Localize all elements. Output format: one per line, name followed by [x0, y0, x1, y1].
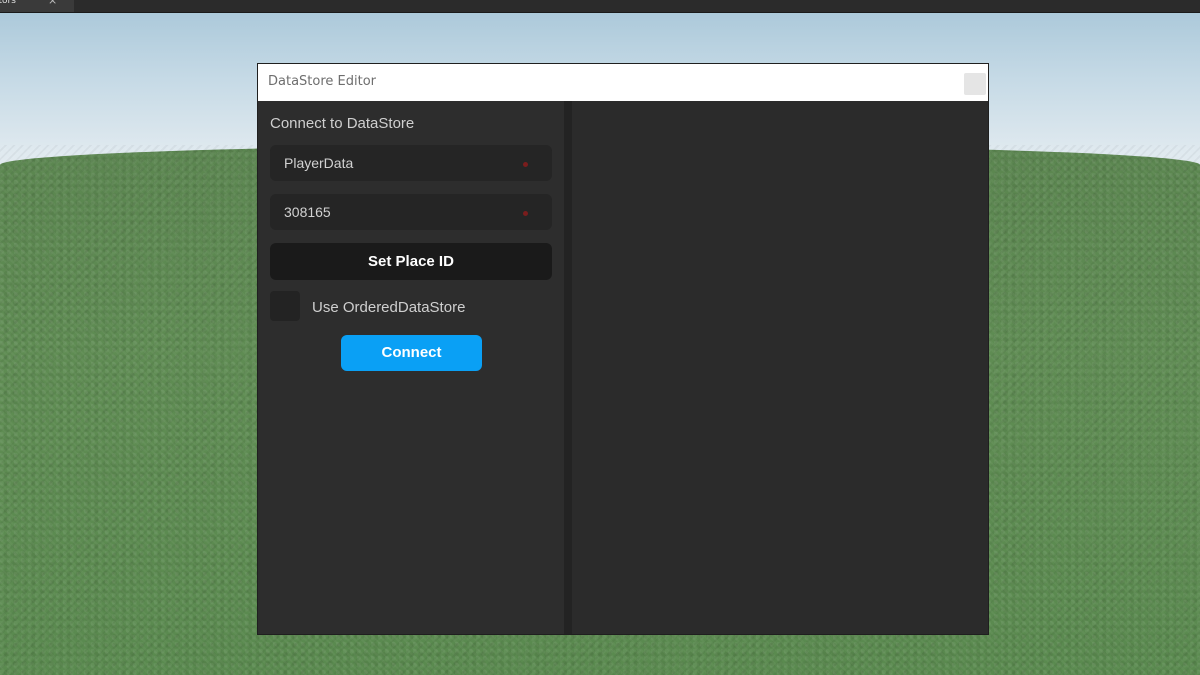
status-dot-icon [523, 211, 528, 216]
window-title: DataStore Editor [268, 74, 377, 89]
datastore-name-value: PlayerData [284, 155, 354, 171]
panel-splitter[interactable] [564, 101, 572, 634]
window-titlebar[interactable]: DataStore Editor [258, 64, 988, 102]
place-id-value: 308165 [284, 204, 331, 220]
tab-label: itors [0, 0, 16, 6]
ordered-datastore-label[interactable]: Use OrderedDataStore [312, 299, 465, 316]
status-dot-icon [523, 162, 528, 167]
connect-panel: Connect to DataStore PlayerData 308165 S… [258, 101, 564, 634]
set-place-id-button[interactable]: Set Place ID [270, 243, 552, 280]
place-id-input[interactable]: 308165 [270, 194, 552, 230]
data-view-panel [572, 101, 988, 634]
close-icon[interactable]: × [48, 0, 57, 6]
connect-button[interactable]: Connect [341, 335, 482, 371]
tab-editors[interactable]: itors × [0, 0, 74, 12]
datastore-editor-window: DataStore Editor Connect to DataStore Pl… [258, 64, 988, 634]
window-control-button[interactable] [964, 73, 986, 95]
studio-tab-strip: itors × [0, 0, 1200, 13]
ordered-datastore-checkbox[interactable] [270, 291, 300, 321]
connect-heading: Connect to DataStore [270, 115, 415, 132]
datastore-name-input[interactable]: PlayerData [270, 145, 552, 181]
